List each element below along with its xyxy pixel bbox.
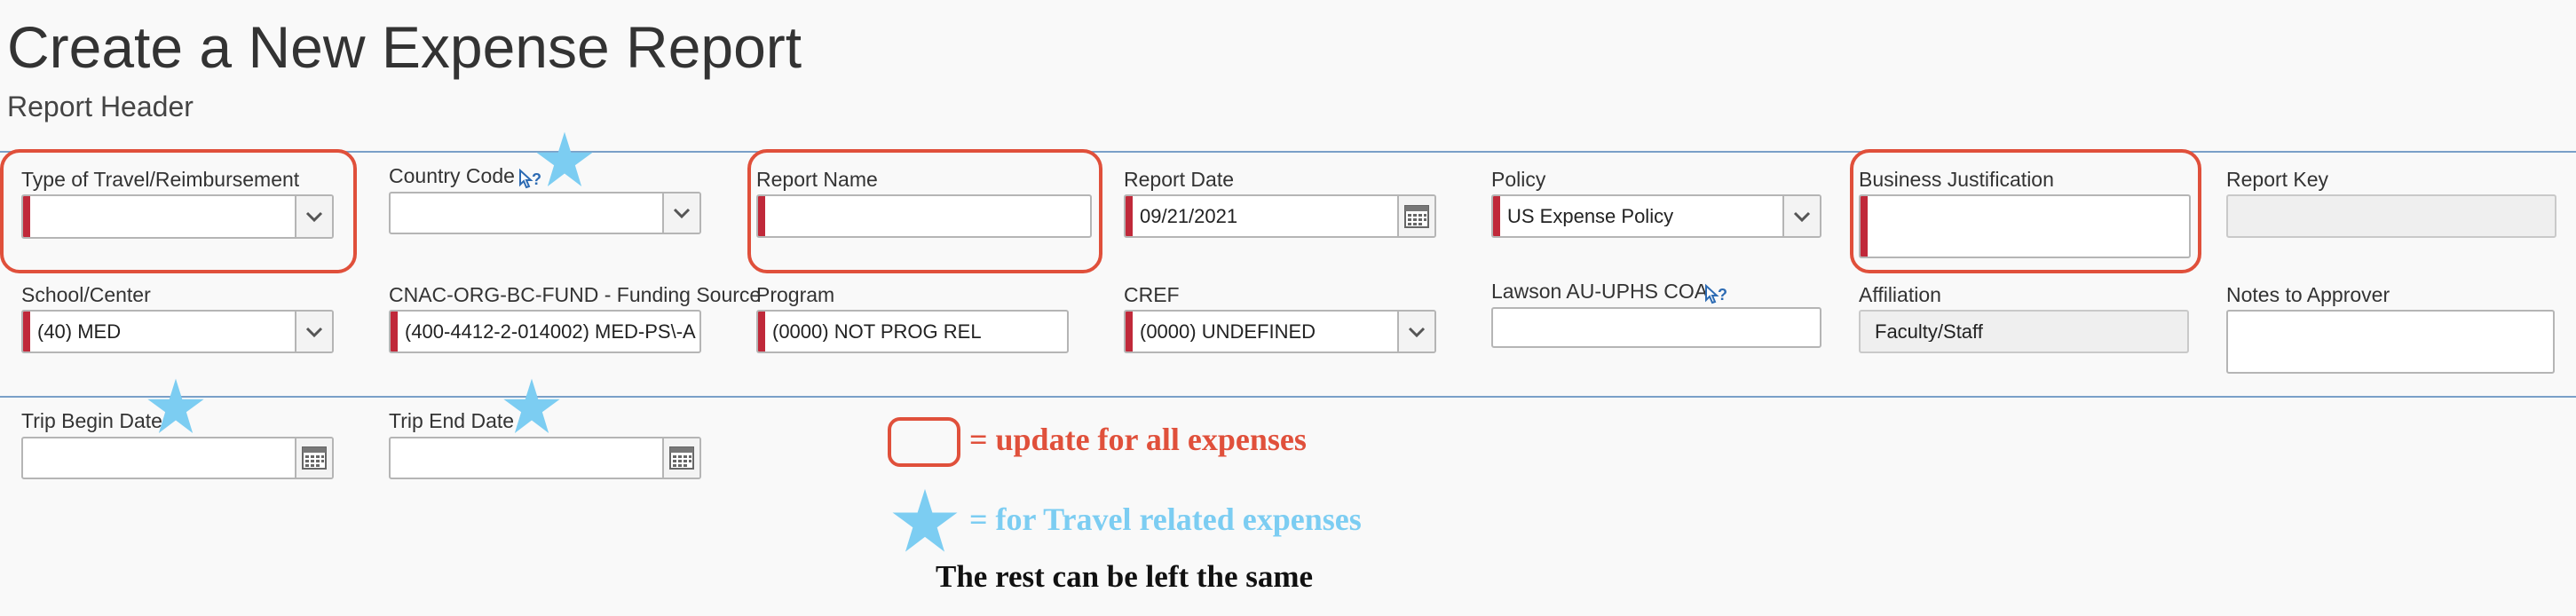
star-icon <box>535 130 594 193</box>
calendar-icon[interactable] <box>662 438 699 478</box>
trip-begin-date-input[interactable] <box>21 437 334 479</box>
cref-select[interactable]: (0000) UNDEFINED <box>1124 310 1436 353</box>
legend-rest-same-text: The rest can be left the same <box>936 559 1314 594</box>
star-icon <box>891 488 959 558</box>
report-date-label: Report Date <box>1124 168 1235 191</box>
school-center-label: School/Center <box>21 283 151 306</box>
chevron-down-icon[interactable] <box>295 312 332 351</box>
program-input[interactable]: (0000) NOT PROG REL <box>756 310 1069 353</box>
notes-to-approver-textarea[interactable] <box>2226 310 2555 374</box>
chevron-down-icon[interactable] <box>1397 312 1434 351</box>
star-icon <box>146 377 205 440</box>
school-center-select[interactable]: (40) MED <box>21 310 334 353</box>
chevron-down-icon[interactable] <box>1782 196 1820 236</box>
trip-end-date-input[interactable] <box>389 437 701 479</box>
star-icon <box>502 377 561 440</box>
page-title: Create a New Expense Report <box>7 14 802 80</box>
legend-box-icon <box>888 417 960 467</box>
affiliation-input: Faculty/Staff <box>1859 310 2189 353</box>
affiliation-label: Affiliation <box>1859 283 1941 306</box>
report-key-input <box>2226 194 2556 238</box>
policy-label: Policy <box>1491 168 1546 191</box>
policy-select[interactable]: US Expense Policy <box>1491 194 1821 238</box>
funding-source-label: CNAC-ORG-BC-FUND - Funding Source <box>389 283 762 306</box>
section-divider <box>0 396 2576 398</box>
funding-source-input[interactable]: (400-4412-2-014002) MED-PS\-A <box>389 310 701 353</box>
country-code-label: Country Code <box>389 164 515 187</box>
notes-to-approver-label: Notes to Approver <box>2226 283 2390 306</box>
legend-update-all-text: = update for all expenses <box>969 422 1307 457</box>
trip-end-date-label: Trip End Date <box>389 409 515 432</box>
lawson-coa-input[interactable] <box>1491 307 1821 348</box>
chevron-down-icon[interactable] <box>662 193 699 233</box>
cref-label: CREF <box>1124 283 1180 306</box>
program-label: Program <box>756 283 835 306</box>
section-title: Report Header <box>7 91 194 122</box>
country-code-select[interactable] <box>389 192 701 234</box>
annotation-box-business-justification <box>1850 149 2201 273</box>
report-key-label: Report Key <box>2226 168 2329 191</box>
calendar-icon[interactable] <box>1397 196 1434 236</box>
annotation-box-type-of-travel <box>0 149 357 273</box>
trip-begin-date-label: Trip Begin Date <box>21 409 162 432</box>
legend-travel-related-text: = for Travel related expenses <box>969 501 1362 537</box>
report-date-input[interactable]: 09/21/2021 <box>1124 194 1436 238</box>
lawson-coa-label: Lawson AU-UPHS COA <box>1491 280 1709 303</box>
calendar-icon[interactable] <box>295 438 332 478</box>
annotation-box-report-name <box>747 149 1102 273</box>
